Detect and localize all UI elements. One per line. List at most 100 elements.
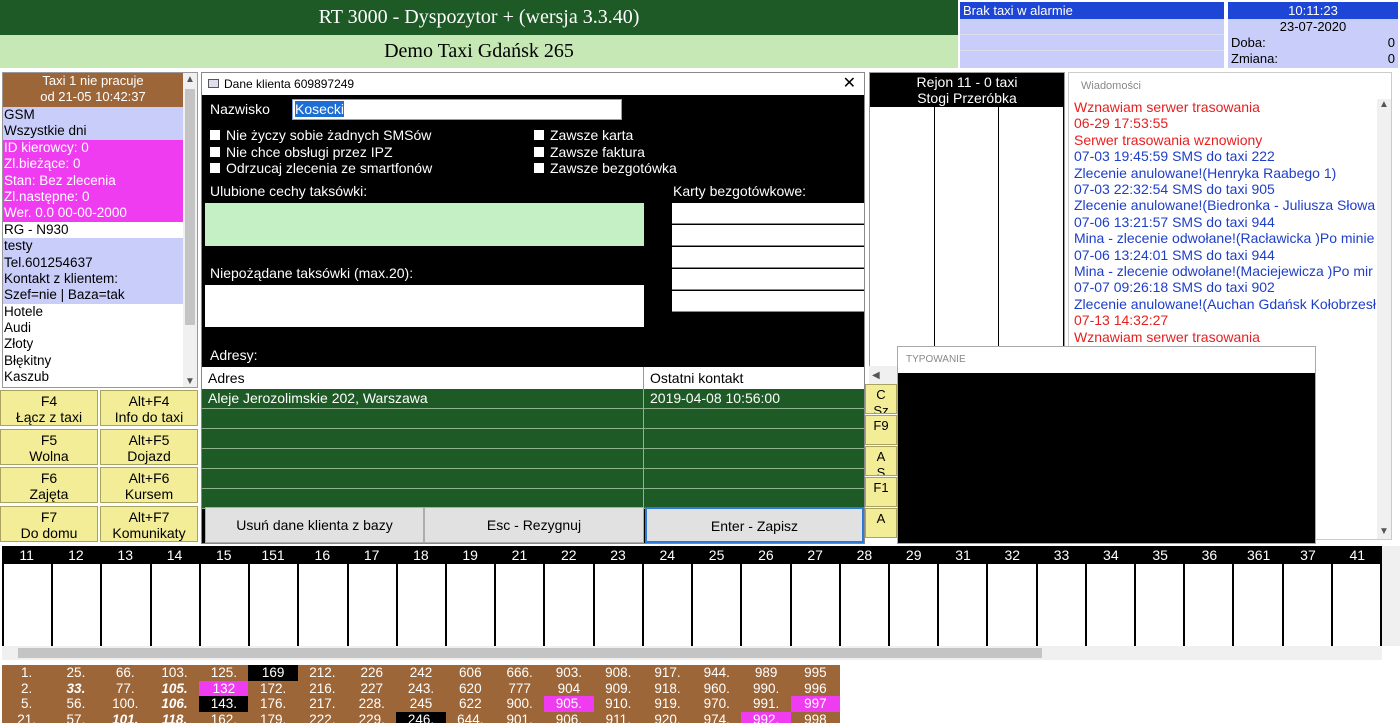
taxi-number[interactable]: 2. [2,681,51,697]
taxi-number[interactable]: 666. [495,665,544,681]
checkbox-icon[interactable] [534,163,544,173]
region-number[interactable]: 26 [741,546,790,564]
region-cell[interactable] [592,564,642,646]
taxi-number[interactable]: 909. [594,681,643,697]
taxi-number[interactable]: 905. [544,696,594,712]
checkbox-icon[interactable] [210,130,220,140]
checkbox-option[interactable]: Odrzucaj zlecenia ze smartfonów [210,160,432,176]
checkbox-option[interactable]: Zawsze faktura [534,144,645,160]
region-number[interactable]: 16 [298,546,347,564]
taxi-number[interactable]: 217. [298,696,347,712]
region-cell[interactable] [789,564,839,646]
taxi-number[interactable]: 992. [741,711,791,723]
region-number[interactable]: 41 [1333,546,1382,564]
taxi-number[interactable]: 620 [446,681,495,697]
taxi-number[interactable]: 900. [495,696,544,712]
region-number[interactable]: 361 [1234,546,1283,564]
region-cell[interactable] [986,564,1036,646]
fkey-button[interactable]: A S [865,446,897,476]
unwanted-taxis-field[interactable] [205,285,644,327]
taxi-number[interactable]: 970. [692,696,741,712]
taxi-number[interactable]: 644. [446,712,495,723]
region-cell[interactable] [1134,564,1184,646]
close-icon[interactable]: ✕ [843,73,856,95]
region-cell[interactable] [1330,564,1383,646]
region-number[interactable]: 29 [889,546,938,564]
grid-hscroll[interactable] [2,646,1382,660]
region-number[interactable]: 12 [51,546,100,564]
region-number[interactable]: 24 [643,546,692,564]
taxi-number[interactable]: 25. [51,665,100,681]
taxi-number[interactable]: 118. [150,712,199,723]
save-button[interactable]: Enter - Zapisz [645,507,864,543]
cards-list[interactable] [672,203,864,313]
taxi-number[interactable]: 216. [298,681,347,697]
taxi-number[interactable]: 904 [544,681,593,697]
region-number[interactable]: 34 [1086,546,1135,564]
region-cell[interactable] [198,564,249,646]
checkbox-option[interactable]: Nie chce obsługi przez IPZ [210,144,393,160]
taxi-number[interactable]: 991. [741,696,790,712]
region-number[interactable]: 23 [593,546,642,564]
table-row[interactable] [202,449,864,469]
region-cell[interactable] [641,564,692,646]
taxi-number[interactable]: 162. [199,712,248,723]
taxi-number[interactable]: 105. [150,681,199,697]
region-cell[interactable] [543,564,593,646]
taxi-number[interactable]: 143. [199,696,249,712]
fkey-button[interactable]: Alt+F5 Dojazd [100,428,198,465]
taxi-number[interactable]: 622 [446,696,495,712]
taxi-number[interactable]: 908. [594,665,643,681]
taxi-number[interactable]: 21. [2,712,51,723]
fkey-button[interactable]: A [865,508,897,538]
taxi-number[interactable]: 606 [446,665,495,681]
fkey-button[interactable]: F4 Łącz z taxi [0,390,98,426]
table-row[interactable] [202,429,864,449]
taxi-number[interactable]: 911. [594,712,643,723]
fkey-button[interactable]: C Sz [865,384,897,414]
taxi-info-panel[interactable]: Taxi 1 nie pracuje od 21-05 10:42:37 GSM… [2,72,198,388]
region-number[interactable]: 28 [840,546,889,564]
delete-client-button[interactable]: Usuń dane klienta z bazy [205,507,424,543]
col-last-contact[interactable]: Ostatni kontakt [644,367,743,389]
taxi-number[interactable]: 212. [298,665,347,681]
taxi-number[interactable]: 901. [495,712,544,723]
taxi-number[interactable]: 989 [741,665,790,681]
region-cell[interactable] [297,564,347,646]
checkbox-option[interactable]: Zawsze bezgotówka [534,160,677,176]
taxi-number[interactable]: 998 [791,712,840,723]
region-number[interactable]: 37 [1283,546,1332,564]
fkey-button[interactable]: Alt+F6 Kursem [100,467,198,503]
table-row[interactable]: Aleje Jerozolimskie 202, Warszawa 2019-04… [202,389,864,409]
region-number[interactable]: 32 [988,546,1037,564]
region-cell[interactable] [346,564,396,646]
taxi-number[interactable]: 243. [396,681,445,697]
card-row[interactable] [672,203,864,224]
region-cell[interactable] [740,564,790,646]
taxi-number[interactable]: 101. [101,712,150,723]
region-number[interactable]: 18 [396,546,445,564]
region-cell[interactable] [691,564,741,646]
taxi-number[interactable]: 33. [51,681,100,697]
taxi-number[interactable]: 944. [692,665,741,681]
region-number[interactable]: 151 [248,546,297,564]
taxi-number[interactable]: 5. [2,696,51,712]
taxi-number[interactable]: 242 [396,665,445,681]
checkbox-icon[interactable] [534,130,544,140]
card-row[interactable] [672,291,864,312]
region-number[interactable]: 33 [1037,546,1086,564]
scroll-down-icon[interactable]: ▼ [1377,526,1391,537]
taxi-number[interactable]: 910. [594,696,643,712]
grid-vscroll[interactable] [1382,546,1400,646]
region-number[interactable]: 15 [199,546,248,564]
region-cell[interactable] [1281,564,1331,646]
fkey-button[interactable]: Alt+F4 Info do taxi [100,390,198,426]
scroll-thumb[interactable] [18,648,1042,658]
taxi-number[interactable]: 960. [692,681,741,697]
taxi-number[interactable]: 228. [347,696,396,712]
checkbox-icon[interactable] [210,163,220,173]
taxi-number[interactable]: 66. [101,665,150,681]
region-cell[interactable] [937,564,987,646]
taxi-number[interactable]: 919. [643,696,692,712]
taxi-number[interactable]: 172. [248,681,297,697]
